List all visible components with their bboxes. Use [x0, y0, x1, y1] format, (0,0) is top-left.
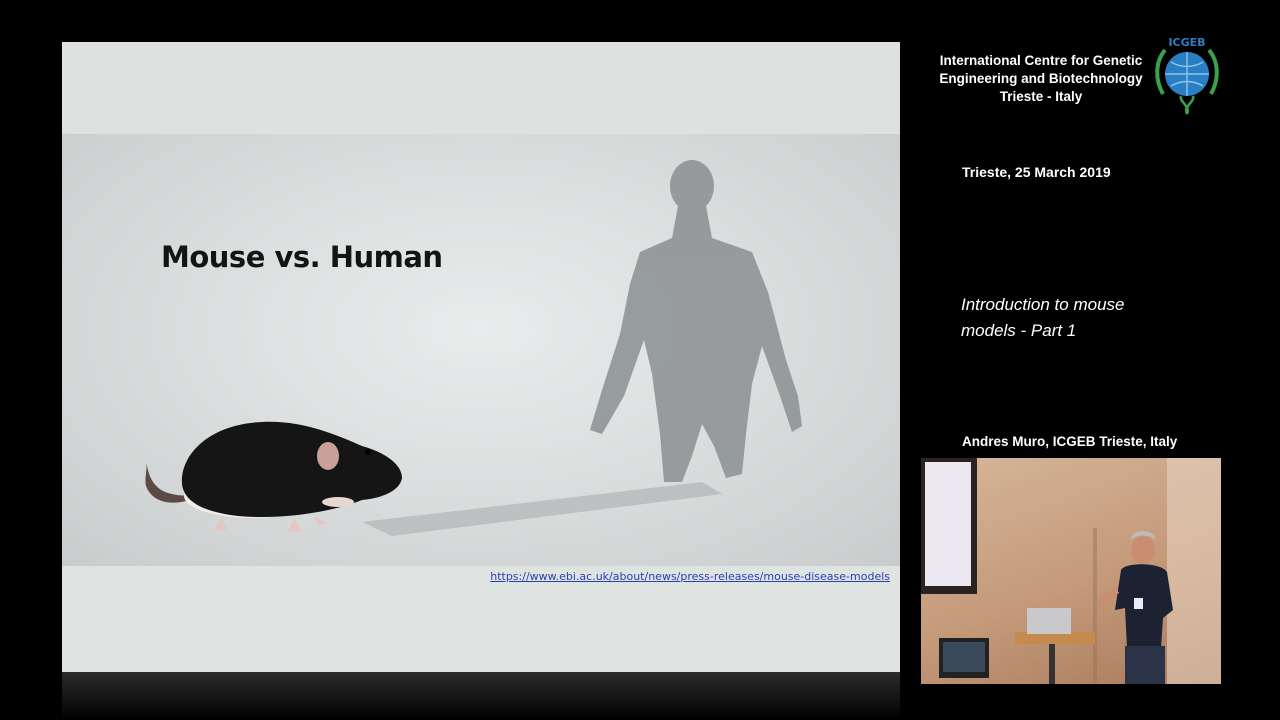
source-link[interactable]: https://www.ebi.ac.uk/about/news/press-r…: [490, 570, 890, 583]
ground-shadow: [362, 482, 722, 536]
org-name-line-2: Engineering and Biotechnology: [939, 71, 1143, 86]
icgeb-logo: ICGEB: [1151, 34, 1223, 116]
slide-top-band: [62, 42, 900, 134]
talk-title-line-2: models - Part 1: [961, 321, 1077, 340]
mouse-human-illustration: [145, 160, 802, 536]
org-name-line-1: International Centre for Genetic: [939, 53, 1143, 68]
icgeb-globe-icon: ICGEB: [1155, 36, 1219, 115]
slide-title: Mouse vs. Human: [161, 240, 443, 274]
speaker-video-feed: [921, 458, 1221, 684]
logo-wordmark: ICGEB: [1168, 36, 1205, 49]
laptop: [1027, 608, 1071, 634]
slide-photo: [62, 134, 900, 566]
human-shadow-silhouette: [590, 160, 802, 482]
organization-name: International Centre for Genetic Enginee…: [936, 52, 1146, 106]
mouse-figure: [145, 421, 402, 532]
org-name-line-3: Trieste - Italy: [999, 89, 1083, 104]
speaker-credit: Andres Muro, ICGEB Trieste, Italy: [962, 434, 1178, 449]
slide-reflection: [62, 672, 900, 720]
presentation-slide: Mouse vs. Human https://www.ebi.ac.uk/ab…: [62, 42, 900, 672]
event-date: Trieste, 25 March 2019: [962, 164, 1111, 180]
speaker-figure: [1096, 531, 1173, 684]
lecture-room-scene: [921, 458, 1221, 684]
talk-title: Introduction to mouse models - Part 1: [961, 292, 1191, 344]
talk-title-line-1: Introduction to mouse: [961, 295, 1125, 314]
projector-screen: [925, 462, 971, 586]
